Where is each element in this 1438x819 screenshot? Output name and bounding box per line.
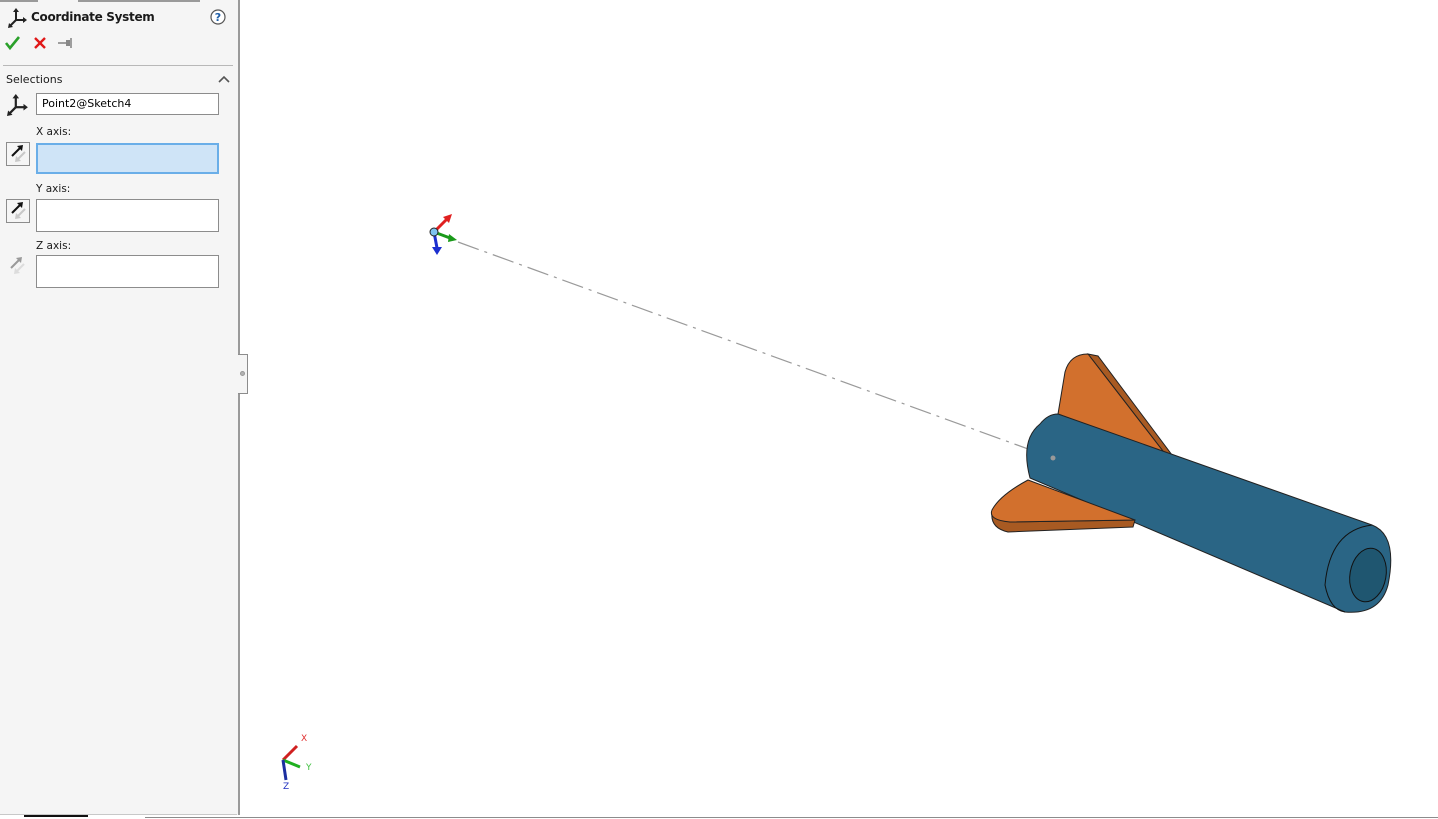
- triad-x-axis: [281, 744, 299, 762]
- reverse-direction-icon: [10, 257, 25, 274]
- view-orientation-triad: X Y Z: [281, 734, 312, 792]
- graphics-viewport[interactable]: X Y Z: [240, 0, 1438, 817]
- close-icon: [34, 37, 46, 49]
- cancel-button[interactable]: [31, 34, 49, 52]
- collapse-section-button[interactable]: [217, 73, 231, 85]
- pin-button[interactable]: [57, 34, 75, 52]
- checkmark-icon: [4, 36, 21, 51]
- bottom-tab-strip: [0, 815, 1438, 819]
- y-axis-label: Y axis:: [36, 183, 71, 195]
- triad-y-label: Y: [305, 763, 312, 773]
- ok-button[interactable]: [4, 34, 22, 52]
- action-buttons: [4, 34, 104, 54]
- panel-tab-strip: [0, 0, 238, 2]
- reverse-x-axis-button[interactable]: [6, 142, 30, 166]
- triad-z-axis: [281, 759, 288, 781]
- reverse-z-axis-button[interactable]: [6, 255, 30, 279]
- tab-indicator[interactable]: [0, 0, 38, 2]
- tab-indicator[interactable]: [78, 0, 200, 2]
- x-axis-field[interactable]: [36, 143, 219, 174]
- property-manager-panel: Coordinate System ? Selections Point2@Sk…: [0, 0, 240, 815]
- centerline: [457, 241, 1054, 459]
- help-icon[interactable]: ?: [210, 9, 226, 25]
- model-canvas[interactable]: X Y Z: [240, 0, 1438, 817]
- origin-field[interactable]: Point2@Sketch4: [36, 93, 219, 115]
- z-axis-label: Z axis:: [36, 240, 72, 252]
- reverse-direction-icon: [11, 202, 26, 219]
- panel-title: Coordinate System: [31, 10, 155, 24]
- origin-point[interactable]: [429, 227, 439, 237]
- reverse-direction-icon: [11, 145, 26, 162]
- preview-y-arrow-icon: [448, 234, 457, 242]
- coordinate-system-icon: [8, 8, 28, 28]
- reverse-y-axis-button[interactable]: [6, 199, 30, 223]
- z-axis-field[interactable]: [36, 255, 219, 288]
- bottom-border: [145, 817, 1438, 818]
- svg-text:?: ?: [215, 11, 221, 24]
- preview-z-arrow-icon: [432, 247, 442, 255]
- chevron-up-icon: [218, 75, 230, 83]
- y-axis-field[interactable]: [36, 199, 219, 232]
- bottom-tab-active[interactable]: [24, 815, 88, 817]
- sketch-point[interactable]: [1050, 455, 1056, 461]
- panel-header: Coordinate System ?: [6, 6, 234, 30]
- triad-y-axis: [282, 758, 301, 769]
- origin-selection-icon: [7, 94, 29, 116]
- x-axis-label: X axis:: [36, 126, 72, 138]
- triad-x-label: X: [301, 734, 307, 744]
- triad-z-label: Z: [283, 782, 289, 792]
- selections-section-title[interactable]: Selections: [6, 73, 62, 86]
- pushpin-icon: [58, 38, 72, 48]
- coordinate-system-preview[interactable]: [429, 214, 457, 255]
- header-divider: [3, 65, 233, 66]
